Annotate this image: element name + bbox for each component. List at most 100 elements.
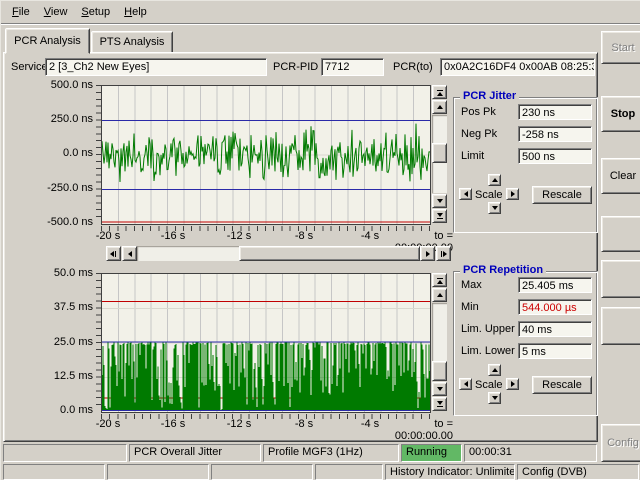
jitter-scale-down-icon[interactable] [488, 202, 501, 214]
clear-button[interactable]: Clear [601, 158, 640, 194]
status-config-mode: Config (DVB) [517, 464, 639, 480]
pos-pk-field: 230 ns [518, 104, 592, 120]
jitter-ytick-3: -250.0 ns [25, 182, 93, 195]
rep-scroll-up-icon[interactable] [432, 288, 447, 302]
menu-help[interactable]: Help [117, 3, 154, 21]
jitter-scroll-up-icon[interactable] [432, 100, 447, 114]
rep-ytick-0: 50.0 ms [25, 267, 93, 280]
jitter-ytick-2: 0.0 ns [25, 147, 93, 160]
jitter-ytick-1: 250.0 ns [25, 113, 93, 126]
service-field[interactable]: 2 [3_Ch2 New Eyes] [45, 58, 267, 76]
jitter-rescale-button[interactable]: Rescale [532, 186, 592, 204]
rep-xtick-2: -12 s [217, 418, 261, 431]
jitter-vscroll [432, 85, 447, 223]
lim-lower-label: Lim. Lower [461, 345, 515, 357]
jitter-xtick-1: -16 s [151, 230, 195, 243]
config-button[interactable]: Config [601, 424, 640, 462]
rep-vscroll-thumb[interactable] [432, 361, 447, 381]
rep-ytick-1: 37.5 ms [25, 301, 93, 314]
blank-button-1[interactable] [601, 216, 640, 252]
pos-pk-label: Pos Pk [461, 106, 496, 118]
jitter-scroll-top-icon[interactable] [432, 85, 447, 99]
hscroll-far-left-icon[interactable] [106, 246, 121, 261]
jitter-scale-label: Scale [475, 189, 503, 201]
tab-pts-analysis[interactable]: PTS Analysis [91, 31, 173, 53]
rep-scale-right-icon[interactable] [506, 378, 519, 390]
jitter-scale-right-icon[interactable] [506, 188, 519, 200]
pcr-repetition-plot [102, 274, 430, 412]
jitter-limit-field[interactable]: 500 ns [518, 148, 592, 164]
rep-scale-up-icon[interactable] [488, 364, 501, 376]
status-measurement: PCR Overall Jitter [129, 444, 261, 462]
rep-ytick-4: 0.0 ms [25, 404, 93, 417]
menu-divider-highlight [1, 24, 640, 25]
lim-upper-field[interactable]: 40 ms [518, 321, 592, 337]
hscroll-left-icon[interactable] [122, 246, 137, 261]
stop-button[interactable]: Stop [601, 96, 640, 132]
jitter-scale-left-icon[interactable] [459, 188, 472, 200]
status2-empty-4 [315, 464, 383, 480]
jitter-scroll-down-icon[interactable] [432, 194, 447, 208]
rep-ytick-2: 25.0 ms [25, 336, 93, 349]
pcr-repetition-groupbox: PCR Repetition Max 25.405 ms Min 544.000… [453, 271, 598, 416]
rep-ytick-3: 12.5 ms [25, 370, 93, 383]
hscroll-right-icon[interactable] [420, 246, 435, 261]
pcr-pid-label: PCR-PID [273, 61, 318, 73]
rep-vscroll [432, 273, 447, 411]
max-field: 25.405 ms [518, 277, 592, 293]
pcr-to-field: 0x0A2C16DF4 0x00AB 08:25:3 [440, 58, 595, 76]
rep-rescale-button[interactable]: Rescale [532, 376, 592, 394]
menu-setup[interactable]: Setup [74, 3, 117, 21]
repetition-panel-title: PCR Repetition [460, 264, 546, 276]
jitter-panel-title: PCR Jitter [460, 90, 519, 102]
jitter-ytick-4: -500.0 ns [25, 216, 93, 229]
rep-scale-down-icon[interactable] [488, 392, 501, 404]
rep-scroll-top-icon[interactable] [432, 273, 447, 287]
tab-pcr-analysis[interactable]: PCR Analysis [5, 28, 90, 54]
jitter-scale-up-icon[interactable] [488, 174, 501, 186]
min-field: 544.000 µs [518, 299, 592, 315]
start-button[interactable]: Start [601, 31, 640, 64]
neg-pk-field: -258 ns [518, 126, 592, 142]
pcr-jitter-groupbox: PCR Jitter Pos Pk 230 ns Neg Pk -258 ns … [453, 97, 598, 233]
hscroll-thumb[interactable] [239, 246, 420, 261]
lim-upper-label: Lim. Upper [461, 323, 515, 335]
blank-button-3[interactable] [601, 307, 640, 345]
status-elapsed-time: 00:00:31 [464, 444, 597, 462]
rep-xtick-1: -16 s [151, 418, 195, 431]
jitter-scroll-bottom-icon[interactable] [432, 209, 447, 223]
pcr-jitter-chart [101, 85, 431, 225]
rep-scale-left-icon[interactable] [459, 378, 472, 390]
menu-file[interactable]: File [5, 3, 37, 21]
status-panel-empty-1 [3, 444, 127, 462]
menu-bar: File View Setup Help [1, 1, 640, 23]
jitter-limit-label: Limit [461, 150, 484, 162]
jitter-xtick-3: -8 s [282, 230, 326, 243]
rep-xtick-3: -8 s [282, 418, 326, 431]
lim-lower-field[interactable]: 5 ms [518, 343, 592, 359]
pcr-jitter-plot [102, 86, 430, 224]
pcr-analysis-window: File View Setup Help PCR Analysis PTS An… [0, 0, 640, 480]
status2-empty-1 [3, 464, 105, 480]
rep-scroll-down-icon[interactable] [432, 382, 447, 396]
menu-view[interactable]: View [37, 3, 75, 21]
max-label: Max [461, 279, 482, 291]
jitter-vscroll-thumb[interactable] [432, 143, 447, 163]
status-profile: Profile MGF3 (1Hz) [263, 444, 399, 462]
service-label: Service [11, 61, 48, 73]
rep-x-end-label: to = 00:00:00.00 [381, 418, 453, 442]
jitter-xtick-0: -20 s [86, 230, 130, 243]
blank-button-2[interactable] [601, 260, 640, 298]
pcr-pid-field[interactable]: 7712 [321, 58, 384, 76]
status2-empty-3 [211, 464, 313, 480]
status-history-indicator: History Indicator: Unlimited [385, 464, 515, 480]
jitter-ytick-0: 500.0 ns [25, 79, 93, 92]
pcr-to-label: PCR(to) [393, 61, 433, 73]
rep-scroll-bottom-icon[interactable] [432, 397, 447, 411]
min-label: Min [461, 301, 479, 313]
status2-empty-2 [107, 464, 209, 480]
hscroll-far-right-icon[interactable] [436, 246, 451, 261]
rep-xtick-0: -20 s [86, 418, 130, 431]
rep-scale-label: Scale [475, 379, 503, 391]
time-hscrollbar [106, 246, 451, 261]
